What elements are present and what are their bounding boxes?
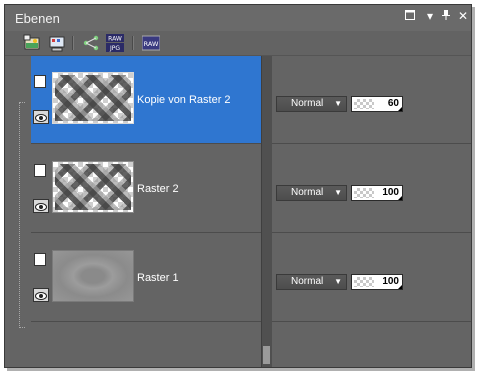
opacity-swatch (354, 99, 374, 109)
opacity-swatch (354, 277, 374, 287)
toolbar-separator (132, 36, 134, 50)
layer-list: Kopie von Raster 2 Raster 2 Raster 1 (5, 56, 261, 367)
layer-row-kopie-von-raster-2[interactable]: Kopie von Raster 2 (31, 56, 261, 144)
layer-thumbnail[interactable] (52, 250, 134, 302)
layer-thumbnail[interactable] (52, 72, 134, 124)
layer-name: Raster 1 (137, 272, 179, 284)
eye-icon[interactable] (33, 288, 49, 302)
chevron-down-icon: ▼ (334, 277, 342, 286)
opacity-slider[interactable]: 60 (351, 96, 403, 112)
opacity-slider[interactable]: 100 (351, 185, 403, 201)
chevron-down-icon: ▼ (334, 188, 342, 197)
raw-icon[interactable]: RAW (141, 34, 161, 52)
blend-mode-select[interactable]: Normal ▼ (276, 185, 347, 201)
close-icon[interactable]: ✕ (456, 9, 470, 23)
toolbar-separator (72, 36, 74, 50)
title-bar[interactable]: Ebenen ▾ ✕ (5, 5, 471, 31)
layer-name: Kopie von Raster 2 (137, 94, 231, 106)
chevron-down-icon: ▼ (334, 99, 342, 108)
layer-row-raster-2[interactable]: Raster 2 (31, 145, 261, 233)
blend-mode-select[interactable]: Normal ▼ (276, 96, 347, 112)
opacity-slider[interactable]: 100 (351, 274, 403, 290)
page-icon (34, 253, 46, 266)
dropdown-icon[interactable]: ▾ (423, 9, 437, 23)
group-connector (19, 102, 25, 328)
layer-row-raster-1[interactable]: Raster 1 (31, 234, 261, 322)
scrollbar-thumb[interactable] (263, 346, 270, 364)
page-icon (34, 164, 46, 177)
blend-mode-value: Normal (291, 276, 324, 287)
svg-text:RAW: RAW (108, 36, 122, 43)
layer-props-row: Normal ▼ 100 (272, 145, 471, 233)
layers-panel: Ebenen ▾ ✕ RAW JPG RAW Kopie von Raster … (4, 4, 472, 368)
raw-jpg-icon[interactable]: RAW JPG (106, 34, 124, 52)
corner-icon (398, 285, 402, 289)
blend-mode-value: Normal (291, 187, 324, 198)
toolbar: RAW JPG RAW (5, 31, 471, 56)
panel-title: Ebenen (15, 11, 60, 26)
svg-text:RAW: RAW (144, 40, 159, 48)
corner-icon (398, 196, 402, 200)
pin-icon[interactable] (439, 9, 453, 23)
svg-text:JPG: JPG (109, 45, 120, 52)
corner-icon (398, 107, 402, 111)
blend-mode-value: Normal (291, 98, 324, 109)
layer-props-row: Normal ▼ 60 (272, 56, 471, 144)
page-icon (34, 75, 46, 88)
layer-name: Raster 2 (137, 183, 179, 195)
link-layers-icon[interactable] (82, 34, 100, 52)
vertical-scrollbar[interactable] (261, 56, 272, 367)
layer-properties: Normal ▼ 60 Normal ▼ 100 Normal ▼ 100 (272, 56, 471, 367)
restore-icon[interactable] (403, 9, 417, 23)
new-vector-layer-icon[interactable] (48, 34, 66, 52)
layer-thumbnail[interactable] (52, 161, 134, 213)
opacity-swatch (354, 188, 374, 198)
new-raster-layer-icon[interactable] (23, 34, 41, 52)
opacity-value: 100 (382, 187, 399, 198)
layer-props-row: Normal ▼ 100 (272, 234, 471, 322)
opacity-value: 100 (382, 276, 399, 287)
eye-icon[interactable] (33, 110, 49, 124)
eye-icon[interactable] (33, 199, 49, 213)
blend-mode-select[interactable]: Normal ▼ (276, 274, 347, 290)
